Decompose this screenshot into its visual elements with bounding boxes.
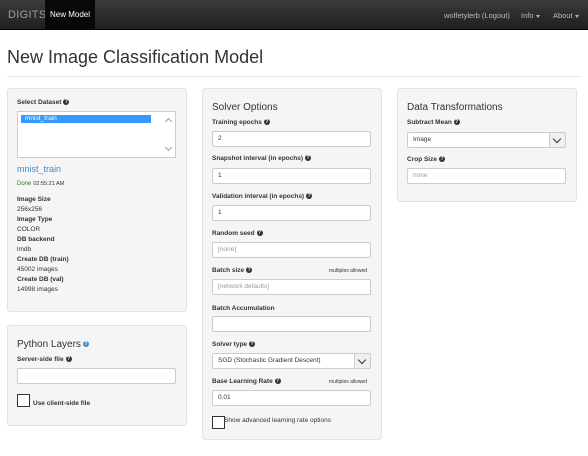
help-icon[interactable]: ? xyxy=(305,155,312,162)
training-epochs-input[interactable]: 2 xyxy=(212,131,371,147)
subtract-mean-value: Image xyxy=(413,136,432,143)
validation-interval-label: Validation interval (in epochs)? xyxy=(212,193,313,200)
help-icon[interactable]: ? xyxy=(453,119,460,126)
help-icon[interactable]: ? xyxy=(82,341,89,348)
solver-type-value: SGD (Stochastic Gradient Descent) xyxy=(218,357,321,364)
help-icon[interactable]: ? xyxy=(63,99,70,106)
learning-rate-label: Base Learning Rate? xyxy=(212,378,281,385)
help-icon[interactable]: ? xyxy=(438,156,445,163)
help-icon[interactable]: ? xyxy=(256,230,263,237)
chevron-down-icon xyxy=(574,14,579,18)
scroll-up-icon[interactable] xyxy=(164,117,173,126)
image-type-value: COLOR xyxy=(17,226,41,233)
data-transformations-heading: Data Transformations xyxy=(407,102,503,113)
solver-options-heading: Solver Options xyxy=(212,102,278,113)
chevron-down-icon[interactable] xyxy=(549,133,565,147)
dataset-option[interactable]: mnist_train xyxy=(21,115,151,123)
python-layers-heading: Python Layers? xyxy=(17,339,89,350)
about-menu-label: About xyxy=(553,11,573,20)
training-epochs-label: Training epochs? xyxy=(212,119,270,126)
client-side-checkbox[interactable] xyxy=(17,394,30,407)
image-size-label: Image Size xyxy=(17,196,51,203)
create-db-val-label: Create DB (val) xyxy=(17,276,64,283)
random-seed-label: Random seed? xyxy=(212,230,263,237)
about-menu[interactable]: About xyxy=(553,11,579,20)
crop-size-label: Crop Size? xyxy=(407,156,445,163)
snapshot-interval-input[interactable]: 1 xyxy=(212,168,371,184)
learning-rate-input[interactable]: 0.01 xyxy=(212,390,371,406)
top-navbar: DIGITS New Model wolfetylerb (Logout) In… xyxy=(0,0,588,30)
batch-accumulation-input[interactable] xyxy=(212,316,371,332)
page-title: New Image Classification Model xyxy=(7,47,264,67)
db-backend-value: lmdb xyxy=(17,246,32,253)
create-db-train-label: Create DB (train) xyxy=(17,256,69,263)
server-file-label: Server-side file? xyxy=(17,356,72,363)
learning-rate-hint: multiples allowed xyxy=(329,379,368,385)
dataset-link[interactable]: mnist_train xyxy=(17,164,61,174)
dataset-listbox[interactable]: mnist_train xyxy=(17,111,176,158)
crop-size-input[interactable]: none xyxy=(407,168,566,184)
title-divider xyxy=(7,76,581,77)
dataset-status: Done 02:55:21 AM xyxy=(17,181,64,187)
help-icon[interactable]: ? xyxy=(246,267,253,274)
create-db-train-value: 45002 images xyxy=(17,266,58,273)
help-icon[interactable]: ? xyxy=(249,341,256,348)
solver-type-label: Solver type? xyxy=(212,341,256,348)
batch-accumulation-label: Batch Accumulation xyxy=(212,305,275,312)
subtract-mean-select[interactable]: Image xyxy=(407,132,566,148)
info-menu[interactable]: Info xyxy=(521,11,540,20)
help-icon[interactable]: ? xyxy=(263,119,270,126)
status-time: 02:55:21 AM xyxy=(33,181,65,187)
solver-type-select[interactable]: SGD (Stochastic Gradient Descent) xyxy=(212,353,371,369)
chevron-down-icon xyxy=(535,14,540,18)
batch-size-hint: multiples allowed xyxy=(329,268,368,274)
select-dataset-label: Select Dataset? xyxy=(17,99,70,106)
info-menu-label: Info xyxy=(521,11,534,20)
random-seed-input[interactable]: [none] xyxy=(212,242,371,258)
help-icon[interactable]: ? xyxy=(65,356,72,363)
chevron-down-icon[interactable] xyxy=(354,354,370,368)
batch-size-label: Batch size? xyxy=(212,267,253,274)
status-text: Done xyxy=(17,181,32,187)
client-side-label: Use client-side file xyxy=(33,400,91,407)
image-type-label: Image Type xyxy=(17,216,53,223)
user-logout-link[interactable]: wolfetylerb (Logout) xyxy=(444,11,510,20)
server-file-input[interactable] xyxy=(17,368,176,384)
brand-logo[interactable]: DIGITS xyxy=(8,9,46,21)
snapshot-interval-label: Snapshot interval (in epochs)? xyxy=(212,155,312,162)
help-icon[interactable]: ? xyxy=(274,378,281,385)
advanced-lr-label: Show advanced learning rate options xyxy=(224,417,331,424)
create-db-val-value: 14998 images xyxy=(17,286,58,293)
nav-new-model[interactable]: New Model xyxy=(45,0,95,30)
help-icon[interactable]: ? xyxy=(306,193,313,200)
subtract-mean-label: Subtract Mean? xyxy=(407,119,460,126)
db-backend-label: DB backend xyxy=(17,236,55,243)
listbox-scrollbar[interactable] xyxy=(164,113,174,156)
scroll-down-icon[interactable] xyxy=(164,143,173,152)
image-size-value: 256x256 xyxy=(17,206,42,213)
batch-size-input[interactable]: [network defaults] xyxy=(212,279,371,295)
validation-interval-input[interactable]: 1 xyxy=(212,205,371,221)
